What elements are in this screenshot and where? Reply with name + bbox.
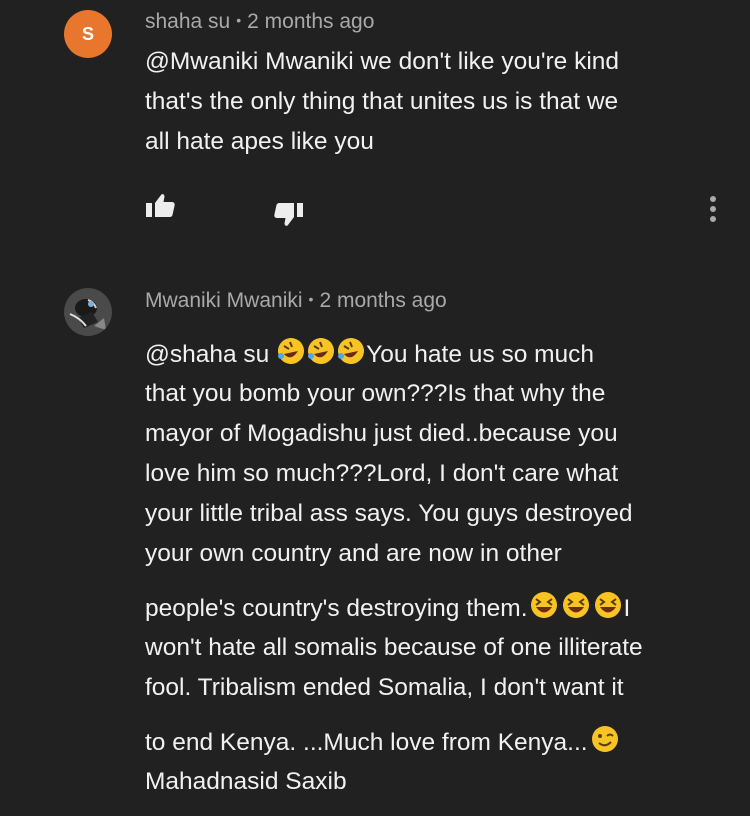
rolling-on-floor-laughing-icon (308, 338, 335, 364)
author-name[interactable]: Mwaniki Mwaniki (145, 289, 303, 312)
timestamp[interactable]: 2 months ago (247, 10, 374, 33)
mention-text: @shaha su (145, 341, 277, 368)
comment-line: @shaha su You hate us so much (145, 336, 594, 369)
grinning-squinting-face-icon (562, 592, 589, 618)
avatar[interactable] (64, 288, 112, 336)
grinning-squinting-face-icon (530, 592, 557, 618)
avatar[interactable]: S (64, 10, 112, 58)
comment-text-segment: people's country's destroying them. (145, 595, 528, 622)
comment-line: Mahadnasid Saxib (145, 768, 347, 795)
comment-line: to end Kenya. ...Much love from Kenya... (145, 724, 622, 757)
grinning-squinting-face-icon (594, 592, 621, 618)
comment-line: your little tribal ass says. You guys de… (145, 500, 633, 527)
comment-line: love him so much???Lord, I don't care wh… (145, 460, 619, 487)
author-name[interactable]: shaha su (145, 10, 230, 33)
thumbs-up-icon[interactable] (145, 192, 177, 220)
comment-2: Mwaniki Mwaniki • 2 months ago @shaha su Y… (0, 270, 750, 816)
avatar-letter: S (81, 23, 94, 44)
comment-line: that you bomb your own???Is that why the (145, 380, 606, 407)
comment-text-segment: to end Kenya. ...Much love from Kenya... (145, 729, 588, 756)
more-vertical-icon[interactable] (708, 196, 718, 226)
thumbs-down-icon[interactable] (272, 200, 304, 228)
comment-line: people's country's destroying them. I (145, 590, 630, 623)
comment-line: fool. Tribalism ended Somalia, I don't w… (145, 674, 624, 701)
winking-face-icon (591, 726, 618, 752)
comment-line: your own country and are now in other (145, 540, 562, 567)
comment-line: that's the only thing that unites us is … (145, 88, 619, 115)
comment-1: S shaha su • 2 months ago @Mwaniki Mwaniki… (0, 0, 750, 270)
avatar-image (64, 288, 112, 336)
separator-dot: • (236, 12, 242, 28)
comment-line: won't hate all somalis because of one il… (145, 634, 643, 661)
comment-text: @shaha su You hate us so much that you b… (145, 336, 735, 796)
rolling-on-floor-laughing-icon (338, 338, 365, 364)
comment-header: Mwaniki Mwaniki • 2 months ago (145, 289, 447, 313)
comment-header: shaha su • 2 months ago (145, 10, 374, 34)
comment-line: mayor of Mogadishu just died..because yo… (145, 420, 618, 447)
comment-line: @Mwaniki Mwaniki we don't like you're ki… (145, 48, 620, 75)
comment-text-segment: You hate us so much (366, 341, 595, 368)
separator-dot: • (308, 291, 314, 307)
comment-text-segment: I (623, 595, 631, 622)
comment-text: @Mwaniki Mwaniki we don't like you're ki… (145, 48, 735, 168)
rolling-on-floor-laughing-icon (278, 338, 305, 364)
timestamp[interactable]: 2 months ago (319, 289, 446, 312)
comment-line: all hate apes like you (145, 128, 374, 155)
